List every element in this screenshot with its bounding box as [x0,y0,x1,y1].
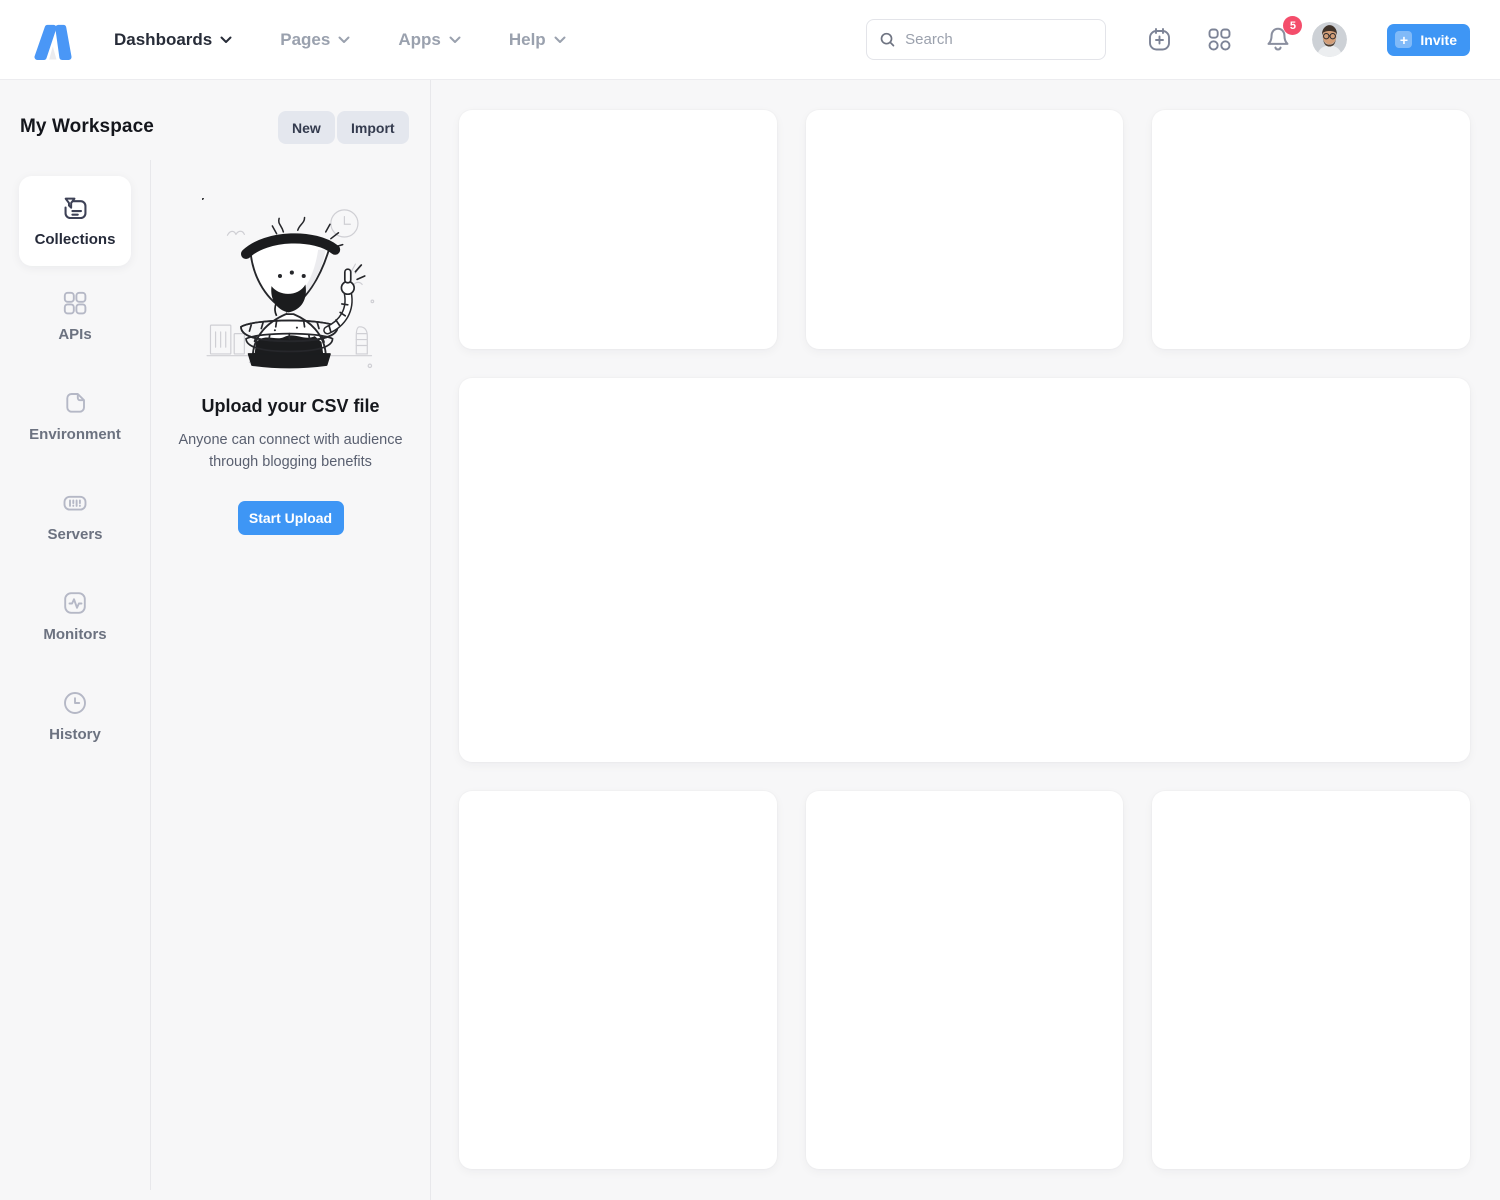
card-grid [459,110,1470,1169]
nav-help-label: Help [509,30,546,50]
upload-subtitle-line2: through blogging benefits [209,454,372,470]
dashboard-card-wide [459,378,1470,762]
sidebar-item-servers[interactable]: Servers [0,489,150,543]
sidebar-item-apis[interactable]: APIs [0,289,150,343]
servers-icon [61,489,89,517]
upload-illustration [202,198,380,376]
start-upload-button[interactable]: Start Upload [238,501,344,535]
notification-badge: 5 [1283,16,1302,35]
nav-apps[interactable]: Apps [398,30,461,50]
top-navigation-bar: Dashboards Pages Apps Help [0,0,1500,80]
chevron-down-icon [554,36,566,44]
user-avatar[interactable] [1312,22,1347,57]
upload-subtitle-line1: Anyone can connect with audience [178,432,402,448]
search-input[interactable] [905,31,1093,48]
dashboard-content [431,80,1500,1200]
environment-icon [61,389,89,417]
header-actions: 5 + Invite [866,19,1470,60]
invite-button[interactable]: + Invite [1387,24,1470,56]
history-icon [61,689,89,717]
sidebar-item-label: Collections [35,231,116,248]
apis-icon [61,289,89,317]
upload-subtitle: Anyone can connect with audience through… [178,429,402,473]
monitors-icon [61,589,89,617]
sidebar-item-label: Monitors [43,626,106,643]
collections-icon [61,195,90,224]
sidebar-item-label: Servers [47,526,102,543]
invite-label: Invite [1420,32,1457,48]
chevron-down-icon [338,36,350,44]
sidebar-item-collections[interactable]: Collections [19,176,131,266]
sidebar-item-label: Environment [29,426,121,443]
search-icon [879,30,896,49]
upload-title: Upload your CSV file [201,396,379,417]
sidebar-item-label: APIs [58,326,91,343]
nav-help[interactable]: Help [509,30,566,50]
dashboard-card-4 [459,791,777,1169]
dashboard-card-1 [459,110,777,349]
sidebar-item-history[interactable]: History [0,689,150,743]
dashboard-card-5 [806,791,1124,1169]
nav-pages-label: Pages [280,30,330,50]
main-nav: Dashboards Pages Apps Help [114,30,566,50]
nav-dashboards[interactable]: Dashboards [114,30,232,50]
upload-panel: Upload your CSV file Anyone can connect … [151,80,430,1200]
nav-apps-label: Apps [398,30,441,50]
workspace-title: My Workspace [20,116,154,138]
search-box [866,19,1106,60]
sidebar-item-label: History [49,726,101,743]
nav-pages[interactable]: Pages [280,30,350,50]
dashboard-card-6 [1152,791,1470,1169]
nav-dashboards-label: Dashboards [114,30,212,50]
dashboard-card-2 [806,110,1124,349]
dashboard-card-3 [1152,110,1470,349]
create-new-icon[interactable] [1146,26,1173,53]
chevron-down-icon [449,36,461,44]
sidebar-item-monitors[interactable]: Monitors [0,589,150,643]
app-logo-icon[interactable] [30,16,74,64]
plus-icon: + [1395,31,1412,48]
apps-grid-icon[interactable] [1207,27,1232,52]
chevron-down-icon [220,36,232,44]
sidebar-item-environment[interactable]: Environment [0,389,150,443]
